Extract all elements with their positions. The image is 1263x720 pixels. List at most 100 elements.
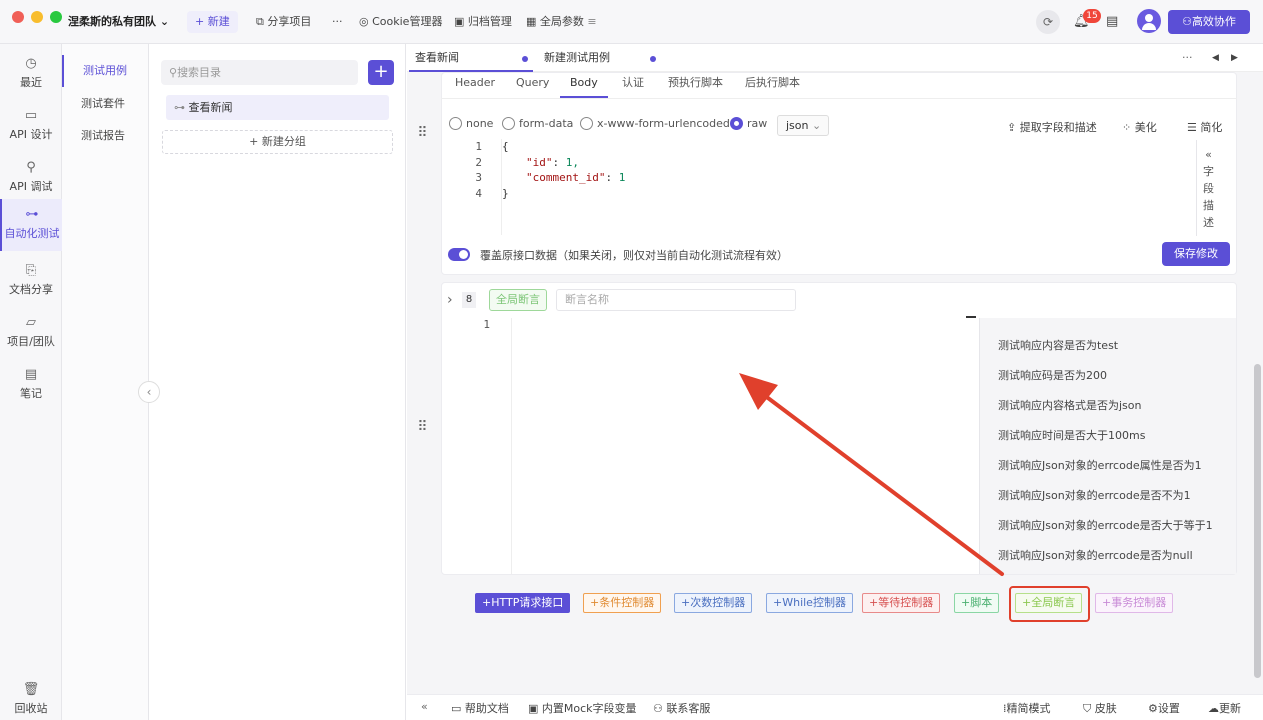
share-project-button[interactable]: ⧉ 分享项目 <box>256 0 311 44</box>
rail-item-trash[interactable]: 🗑︎ 回收站 <box>0 674 62 720</box>
help-docs-button[interactable]: ▭ 帮助文档 <box>451 700 509 716</box>
radio-raw[interactable]: raw <box>730 117 767 131</box>
tab-next-icon[interactable]: ▶ <box>1231 44 1238 72</box>
add-script-button[interactable]: +脚本 <box>954 593 1000 613</box>
snippet-item[interactable]: 测试响应码是否为200 <box>998 367 1107 383</box>
drag-handle-icon[interactable]: ⠿ <box>416 126 430 140</box>
radio-circle <box>449 117 462 130</box>
team-name: 涅柔斯的私有团队 <box>68 15 156 28</box>
add-transaction-controller-button[interactable]: +事务控制器 <box>1095 593 1174 613</box>
settings-button[interactable]: ⚙设置 <box>1148 700 1180 716</box>
rail-label: API 设计 <box>9 128 53 141</box>
more-menu-button[interactable]: ··· <box>332 0 343 44</box>
add-while-controller-button[interactable]: +While控制器 <box>766 593 853 613</box>
share-icon: ⧉ <box>256 15 264 28</box>
radio-urlencoded[interactable]: x-www-form-urlencoded <box>580 117 730 131</box>
add-http-request-button[interactable]: +HTTP请求接口 <box>475 593 571 613</box>
cookie-manager-label: Cookie管理器 <box>372 15 443 28</box>
subtab-body[interactable]: Body <box>560 72 608 98</box>
cookie-icon: ◎ <box>359 15 369 28</box>
collab-button[interactable]: ⚇高效协作 <box>1168 10 1250 34</box>
subtab-pre-script[interactable]: 预执行脚本 <box>668 72 723 98</box>
share-doc-icon: ⎘ <box>25 263 37 278</box>
notes-icon[interactable]: ▤ <box>1106 0 1118 44</box>
rail-item-automation[interactable]: ⊶ 自动化测试 <box>0 199 62 251</box>
contact-support-button[interactable]: ⚇ 联系客服 <box>653 700 710 716</box>
rail-label: 最近 <box>20 76 42 89</box>
save-button[interactable]: 保存修改 <box>1162 242 1230 266</box>
assert-name-input[interactable]: 断言名称 <box>556 289 796 311</box>
avatar[interactable] <box>1137 9 1161 33</box>
rail-item-doc-share[interactable]: ⎘ 文档分享 <box>0 255 62 307</box>
subnav-test-suites[interactable]: 测试套件 <box>62 88 149 120</box>
annotation-arrow <box>739 373 1004 576</box>
snippet-item[interactable]: 测试响应内容格式是否为json <box>998 397 1142 413</box>
team-switcher[interactable]: 涅柔斯的私有团队 ⌄ <box>68 0 169 44</box>
collapse-sidebar-icon[interactable]: « <box>421 700 428 713</box>
cookie-manager-button[interactable]: ◎ Cookie管理器 <box>359 0 442 44</box>
rail-item-project-team[interactable]: ▱ 项目/团队 <box>0 307 62 359</box>
body-editor[interactable] <box>450 139 1186 237</box>
snippet-item[interactable]: 测试响应Json对象的errcode是否不为1 <box>998 487 1191 503</box>
subtab-post-script[interactable]: 后执行脚本 <box>745 72 800 98</box>
radio-label: form-data <box>519 117 574 130</box>
add-condition-controller-button[interactable]: +条件控制器 <box>583 593 662 613</box>
compact-mode-button[interactable]: ⁞精简模式 <box>1003 700 1051 716</box>
gear-icon: ⚙ <box>1148 702 1158 715</box>
search-input[interactable]: ⚲搜索目录 <box>161 60 358 85</box>
close-window-icon[interactable] <box>12 11 24 23</box>
rail-item-api-debug[interactable]: ⚲ API 调试 <box>0 152 62 204</box>
snippet-item[interactable]: 测试响应时间是否大于100ms <box>998 427 1145 443</box>
field-description-panel-toggle[interactable]: « 字 段 描 述 <box>1196 140 1220 236</box>
radio-label: x-www-form-urlencoded <box>597 117 730 130</box>
mock-fields-button[interactable]: ▣ 内置Mock字段变量 <box>528 700 637 716</box>
code-line: } <box>502 187 509 200</box>
tree-item-selected[interactable]: ⊶ 查看新闻 <box>166 95 389 120</box>
new-button[interactable]: + 新建 <box>187 11 238 33</box>
new-group-button[interactable]: + 新建分组 <box>162 130 393 154</box>
simplify-button[interactable]: ☰ 简化 <box>1187 119 1222 135</box>
global-params-button[interactable]: ▦ 全局参数 ≡ <box>526 0 597 44</box>
chevrons-left-icon: « <box>1205 148 1212 161</box>
add-count-controller-button[interactable]: +次数控制器 <box>674 593 753 613</box>
rail-item-notes[interactable]: ▤ 笔记 <box>0 359 62 411</box>
tab-new-test-case[interactable]: 新建测试用例 <box>544 44 610 72</box>
json-value: 1, <box>565 156 579 169</box>
update-button[interactable]: ☁更新 <box>1208 700 1241 716</box>
skin-button[interactable]: ⛉ 皮肤 <box>1083 700 1117 716</box>
user-icon: ⚇ <box>653 702 663 715</box>
snippet-item[interactable]: 测试响应Json对象的errcode属性是否为1 <box>998 457 1202 473</box>
collapse-panel-button[interactable]: ‹ <box>138 381 160 403</box>
subnav-test-cases[interactable]: 测试用例 <box>62 55 149 87</box>
sync-icon[interactable]: ⟳ <box>1036 10 1060 34</box>
chevron-right-icon[interactable]: › <box>447 292 453 308</box>
format-select[interactable]: json ⌄ <box>777 115 829 136</box>
snippet-item[interactable]: 测试响应Json对象的errcode是否大于等于1 <box>998 517 1213 533</box>
extract-fields-button[interactable]: ⇪ 提取字段和描述 <box>1007 119 1097 135</box>
drag-handle-icon[interactable]: ⠿ <box>416 420 430 434</box>
rail-item-api-design[interactable]: ▭ API 设计 <box>0 100 62 152</box>
snippet-item[interactable]: 测试响应Json对象的errcode是否为null <box>998 547 1193 563</box>
minimize-window-icon[interactable] <box>31 11 43 23</box>
add-button[interactable]: + <box>368 60 394 85</box>
override-toggle[interactable] <box>448 248 470 261</box>
search-placeholder: 搜索目录 <box>177 66 222 79</box>
editor-resize-handle[interactable] <box>966 316 976 318</box>
snippet-item[interactable]: 测试响应内容是否为test <box>998 337 1118 353</box>
add-wait-controller-button[interactable]: +等待控制器 <box>862 593 941 613</box>
tab-view-news[interactable]: 查看新闻 <box>415 44 459 72</box>
main-scrollbar[interactable] <box>1254 364 1261 678</box>
radio-form-data[interactable]: form-data <box>502 117 573 131</box>
archive-button[interactable]: ▣ 归档管理 <box>454 0 512 44</box>
subtab-query[interactable]: Query <box>516 72 549 98</box>
tab-prev-icon[interactable]: ◀ <box>1212 44 1219 72</box>
radio-none[interactable]: none <box>449 117 493 131</box>
beautify-button[interactable]: ⁘ 美化 <box>1122 119 1157 135</box>
subtab-header[interactable]: Header <box>455 72 495 98</box>
tab-more-icon[interactable]: ··· <box>1182 44 1193 72</box>
json-key: "id" <box>526 156 553 169</box>
maximize-window-icon[interactable] <box>50 11 62 23</box>
subnav-test-reports[interactable]: 测试报告 <box>62 120 149 152</box>
subtab-auth[interactable]: 认证 <box>622 72 644 98</box>
rail-item-recent[interactable]: ◷ 最近 <box>0 48 62 100</box>
